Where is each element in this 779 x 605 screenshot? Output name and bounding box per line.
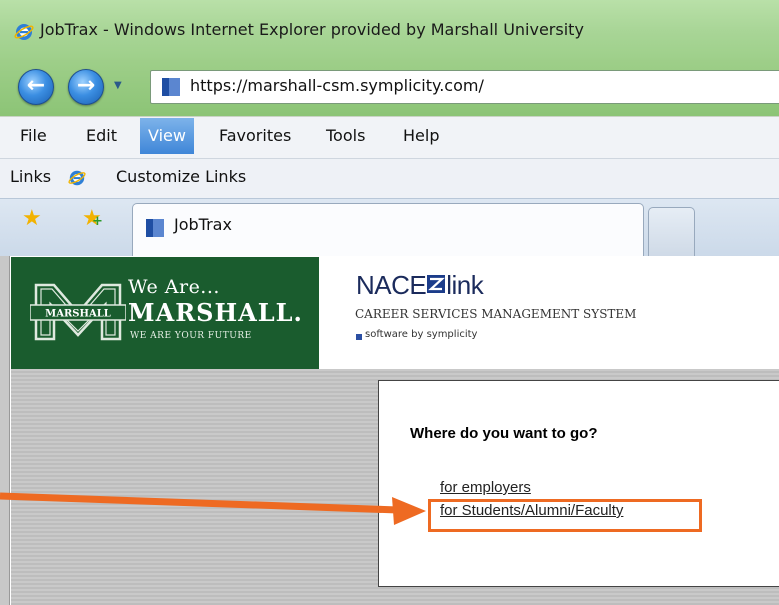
- window-title: JobTrax - Windows Internet Explorer prov…: [40, 20, 584, 39]
- nace-z-icon: [427, 275, 446, 293]
- star-icon[interactable]: ★: [22, 206, 42, 231]
- plus-icon: +: [92, 214, 103, 229]
- menu-view[interactable]: View: [140, 118, 194, 154]
- menu-tools[interactable]: Tools: [318, 118, 373, 154]
- forward-button[interactable]: →: [68, 69, 104, 105]
- highlight-box: [428, 499, 702, 532]
- menu-file[interactable]: File: [12, 118, 55, 154]
- we-are-text: We Are...: [128, 276, 220, 298]
- pointer-arrow-icon: [0, 492, 426, 525]
- window-border: [0, 256, 10, 605]
- nace-logo-left: NACE: [356, 270, 427, 300]
- nace-logo-right: link: [446, 270, 484, 300]
- employers-link[interactable]: for employers: [440, 479, 531, 496]
- nace-subtitle: CAREER SERVICES MANAGEMENT SYSTEM: [355, 307, 637, 321]
- back-arrow-icon: ←: [26, 73, 46, 98]
- links-label: Links: [10, 167, 52, 186]
- site-favicon-icon: [146, 219, 164, 237]
- tagline-text: WE ARE YOUR FUTURE: [130, 331, 252, 341]
- menu-edit[interactable]: Edit: [78, 118, 125, 154]
- symplicity-square-icon: [356, 334, 362, 340]
- tab-title: JobTrax: [174, 215, 232, 234]
- menu-favorites[interactable]: Favorites: [211, 118, 299, 154]
- back-button[interactable]: ←: [18, 69, 54, 105]
- ie-icon: [68, 170, 86, 186]
- nacelink-logo: NACE link: [356, 270, 484, 301]
- marshall-text: MARSHALL.: [128, 298, 303, 327]
- menu-help[interactable]: Help: [395, 118, 447, 154]
- logo-text: MARSHALL: [45, 309, 111, 320]
- destination-heading: Where do you want to go?: [410, 425, 598, 442]
- forward-arrow-icon: →: [76, 73, 96, 98]
- customize-links-link[interactable]: Customize Links: [116, 167, 246, 186]
- recent-pages-dropdown-icon[interactable]: ▼: [114, 80, 122, 91]
- destination-panel: [378, 380, 779, 587]
- site-favicon-icon: [162, 78, 180, 96]
- software-by-text: software by symplicity: [365, 329, 478, 340]
- marshall-m-logo: MARSHALL: [30, 283, 126, 341]
- address-url[interactable]: https://marshall-csm.symplicity.com/: [190, 76, 484, 95]
- ie-icon: [14, 24, 34, 40]
- new-tab-button[interactable]: [648, 207, 695, 256]
